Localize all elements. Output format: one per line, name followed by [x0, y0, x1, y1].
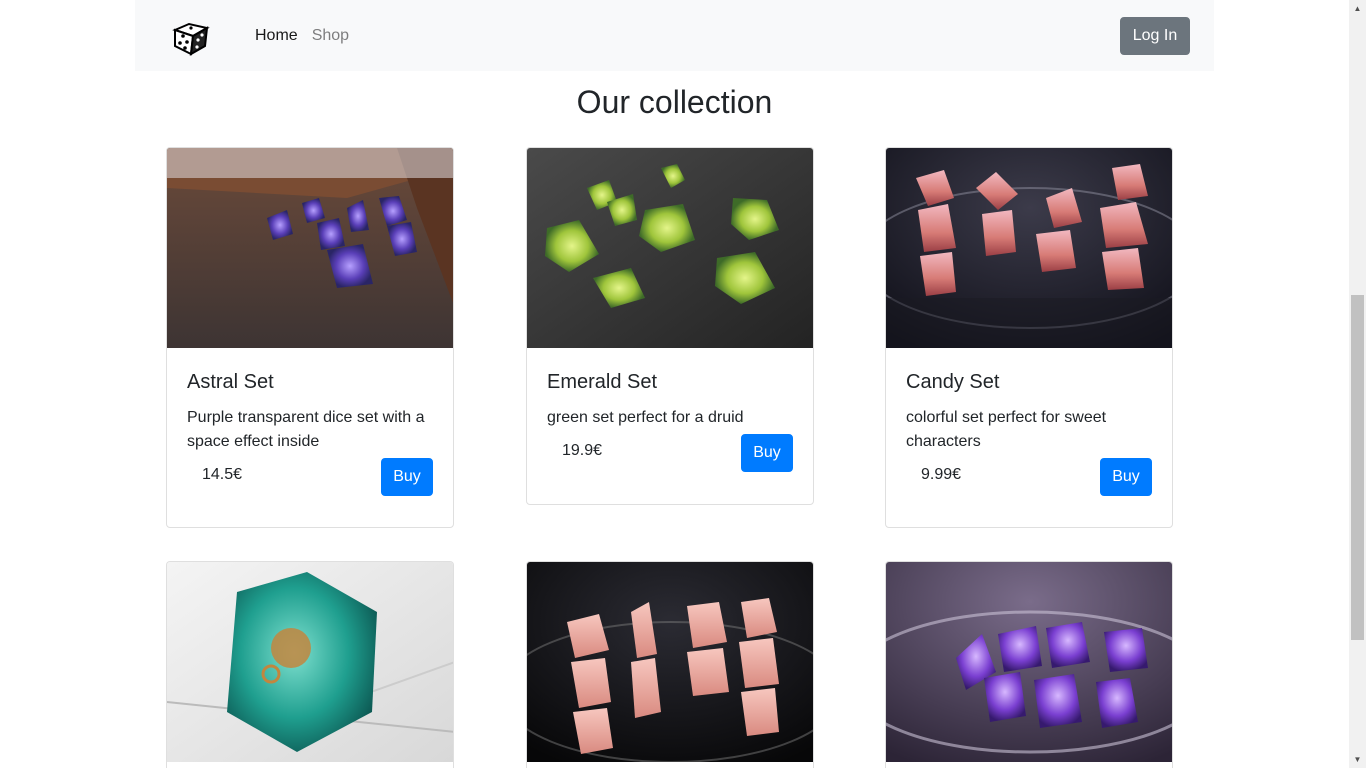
buy-button[interactable]: Buy: [381, 458, 433, 496]
product-image: [167, 562, 453, 762]
product-price: 14.5€: [202, 466, 243, 483]
scroll-down-icon[interactable]: ▼: [1349, 751, 1366, 768]
card-footer: 19.9€ Buy: [547, 434, 793, 472]
product-card: Candy Set colorful set perfect for sweet…: [885, 147, 1173, 528]
product-card: [166, 561, 454, 768]
product-title: Astral Set: [187, 371, 274, 393]
product-description: Purple transparent dice set with a space…: [187, 409, 425, 450]
product-image: [167, 148, 453, 348]
page-title: Our collection: [576, 84, 773, 120]
scroll-up-icon[interactable]: ▲: [1349, 0, 1366, 17]
card-body: Emerald Set green set perfect for a drui…: [527, 348, 813, 492]
product-title: Candy Set: [906, 371, 1000, 393]
product-card: [885, 561, 1173, 768]
login-button[interactable]: Log In: [1120, 17, 1190, 55]
product-card: Astral Set Purple transparent dice set w…: [166, 147, 454, 528]
product-card: [526, 561, 814, 768]
buy-button[interactable]: Buy: [1100, 458, 1152, 496]
buy-button[interactable]: Buy: [741, 434, 793, 472]
product-image: [886, 148, 1172, 348]
nav-link-home[interactable]: Home: [255, 27, 298, 45]
product-price: 9.99€: [921, 466, 962, 483]
product-price: 19.9€: [562, 442, 603, 459]
card-footer: 9.99€ Buy: [906, 458, 1152, 496]
product-title: Emerald Set: [547, 371, 658, 393]
scroll-thumb[interactable]: [1351, 295, 1364, 640]
nav-link-shop[interactable]: Shop: [312, 27, 349, 45]
product-description: green set perfect for a druid: [547, 409, 744, 426]
product-description: colorful set perfect for sweet character…: [906, 409, 1107, 450]
product-card: Emerald Set green set perfect for a drui…: [526, 147, 814, 505]
card-body: Candy Set colorful set perfect for sweet…: [886, 348, 1172, 516]
card-footer: 14.5€ Buy: [187, 458, 433, 496]
dice-logo-icon[interactable]: [171, 16, 211, 56]
card-body: Astral Set Purple transparent dice set w…: [167, 348, 453, 516]
product-image: [886, 562, 1172, 762]
nav-links: Home Shop: [255, 0, 349, 71]
page-scrollbar[interactable]: ▲ ▼: [1349, 0, 1366, 768]
product-image: [527, 562, 813, 762]
product-image: [527, 148, 813, 348]
navbar: Home Shop Log In: [135, 0, 1214, 71]
